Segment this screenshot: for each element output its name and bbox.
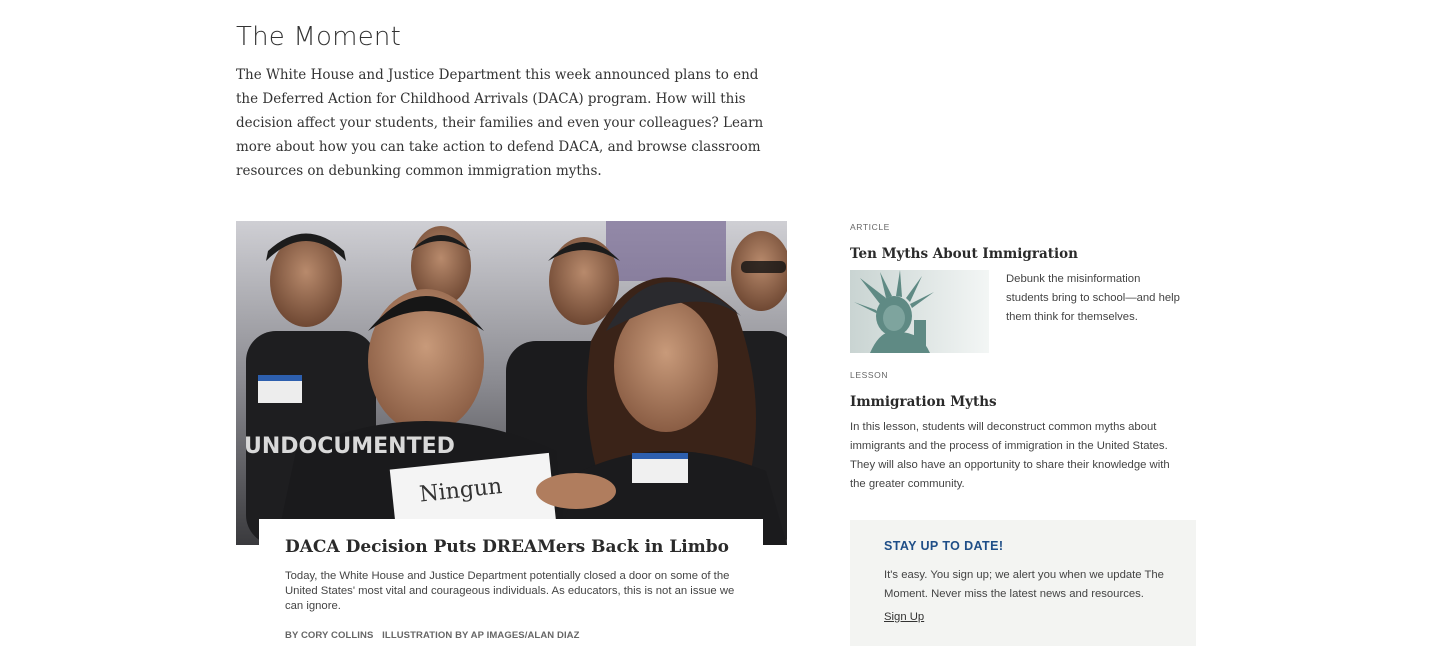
newsletter-heading: Stay up to date! <box>884 539 1004 553</box>
sidebar-item-title-myths-lesson[interactable]: Immigration Myths <box>850 394 997 410</box>
page-title: The Moment <box>236 22 401 52</box>
sidebar-item-kicker-lesson: Lesson <box>850 370 889 380</box>
byline-credit: Illustration by AP Images/Alan Diaz <box>382 630 580 641</box>
byline-author: By Cory Collins <box>285 630 374 641</box>
newsletter-text: It's easy. You sign up; we alert you whe… <box>884 569 1164 600</box>
feature-title-link[interactable]: DACA Decision Puts DREAMers Back in Limb… <box>285 537 765 557</box>
newsletter-signup-box: Stay up to date! It's easy. You sign up;… <box>850 520 1196 646</box>
feature-image[interactable]: UNDOCUMENTED Ningun <box>236 221 787 545</box>
statue-of-liberty-thumbnail[interactable] <box>850 270 989 353</box>
intro-paragraph: The White House and Justice Department t… <box>236 67 764 179</box>
sidebar-item-description-lesson: In this lesson, students will deconstruc… <box>850 421 1170 490</box>
feature-description: Today, the White House and Justice Depar… <box>285 570 735 612</box>
sidebar-item-title-myths-article[interactable]: Ten Myths About Immigration <box>850 246 1078 262</box>
byline: By Cory Collins Illustration by AP Image… <box>285 630 580 641</box>
sidebar-item-kicker-article: Article <box>850 222 890 232</box>
sidebar-item-description-article: Debunk the misinformation students bring… <box>1006 273 1180 323</box>
feature-card: DACA Decision Puts DREAMers Back in Limb… <box>259 519 763 669</box>
sign-up-link[interactable]: Sign Up <box>884 611 924 623</box>
shirt-text: UNDOCUMENTED <box>244 434 455 459</box>
